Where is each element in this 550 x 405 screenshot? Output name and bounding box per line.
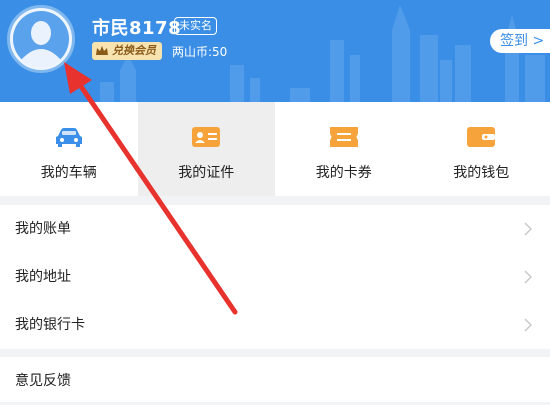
quick-grid: 我的车辆 我的证件 我的卡券 我的钱包 [0,102,550,196]
id-card-icon [192,127,220,147]
grid-item-vehicles[interactable]: 我的车辆 [0,102,138,196]
chevron-right-icon [524,318,532,332]
crown-icon [96,46,108,56]
account-list: 我的账单 我的地址 我的银行卡 [0,205,550,349]
list-item-feedback[interactable]: 意见反馈 [0,357,550,405]
username: 市民8178 [92,14,181,40]
grid-item-wallet[interactable]: 我的钱包 [413,102,550,196]
grid-item-label: 我的钱包 [413,162,550,182]
profile-header: 市民8178 未实名 兑换会员 两山币:50 签到 > [0,0,550,102]
chevron-right-icon [524,222,532,236]
coin-balance: 两山币:50 [172,43,227,60]
grid-item-certificates[interactable]: 我的证件 [138,102,276,196]
wallet-icon [467,127,495,147]
signin-button[interactable]: 签到 > [490,29,550,53]
member-badge[interactable]: 兑换会员 [92,42,162,60]
list-item-bank-card[interactable]: 我的银行卡 [0,301,550,349]
list-item-label: 意见反馈 [15,357,71,405]
unverified-badge[interactable]: 未实名 [174,17,217,35]
user-avatar[interactable] [7,5,75,73]
grid-item-coupons[interactable]: 我的卡券 [275,102,413,196]
list-item-bills[interactable]: 我的账单 [0,205,550,253]
grid-item-label: 我的车辆 [0,162,138,182]
list-item-label: 我的账单 [15,205,71,253]
list-item-label: 我的银行卡 [15,301,85,349]
chevron-right-icon [524,270,532,284]
grid-item-label: 我的证件 [138,162,276,182]
coupon-icon [330,127,358,147]
feedback-list: 意见反馈 [0,357,550,402]
city-skyline-background [0,0,550,102]
list-item-address[interactable]: 我的地址 [0,253,550,301]
member-badge-label: 兑换会员 [112,42,156,60]
car-icon [54,127,84,147]
list-item-label: 我的地址 [15,253,71,301]
default-avatar-icon [10,8,72,70]
grid-item-label: 我的卡券 [275,162,413,182]
